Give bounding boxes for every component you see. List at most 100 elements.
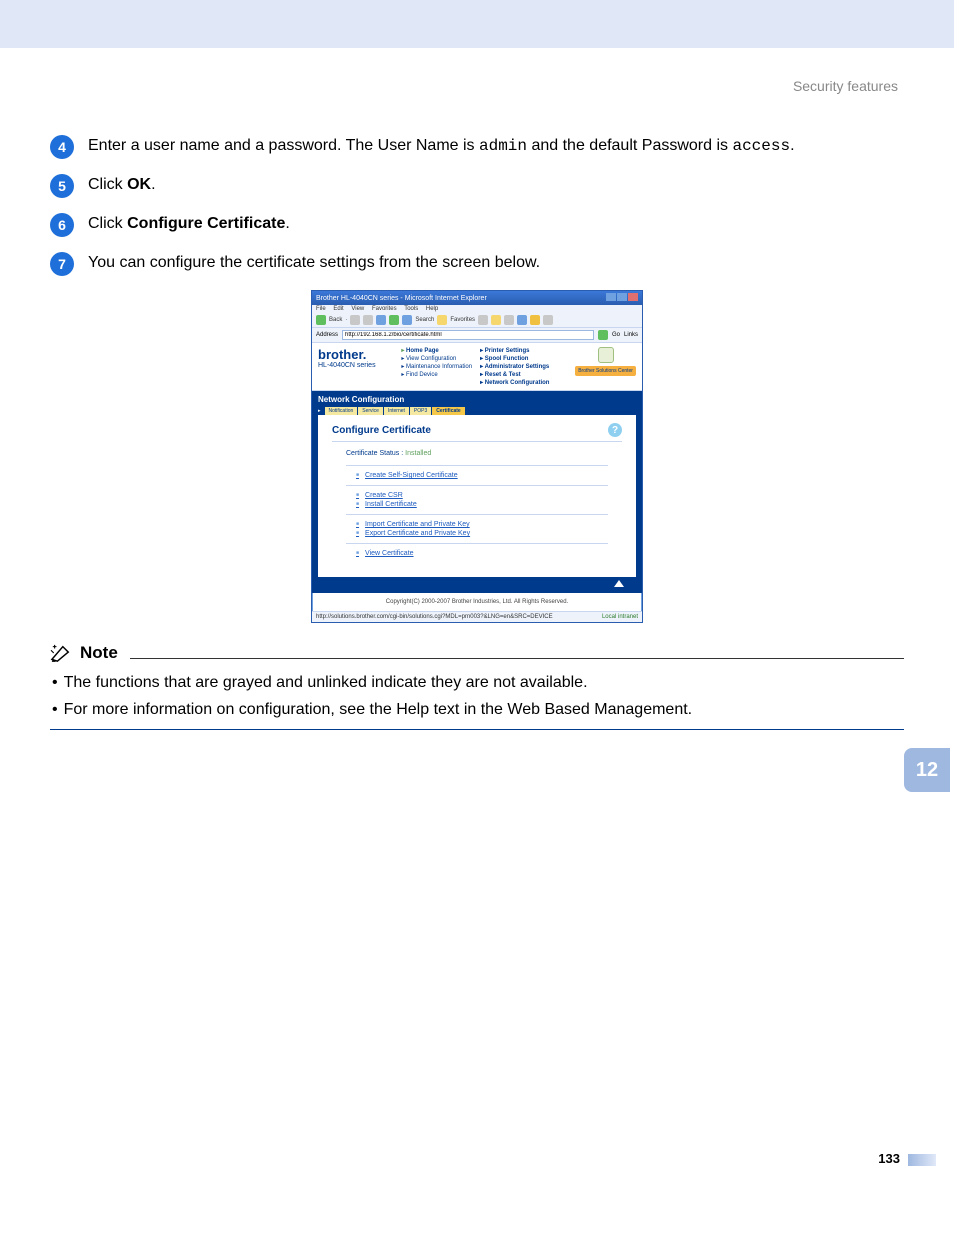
- tab-pop3[interactable]: POP3: [410, 407, 431, 415]
- device-nav-links: ▸ Home Page ▸ Printer Settings ▸ View Co…: [401, 347, 549, 386]
- cert-status-value: Installed: [405, 450, 431, 457]
- nav-network-config[interactable]: ▸ Network Configuration: [480, 379, 549, 386]
- link-install-certificate[interactable]: Install Certificate: [356, 501, 622, 508]
- link-create-csr[interactable]: Create CSR: [356, 492, 622, 499]
- tab-service[interactable]: Service: [358, 407, 383, 415]
- section-header: Security features: [50, 78, 904, 94]
- window-buttons[interactable]: [605, 293, 638, 303]
- status-url: http://solutions.brother.com/cgi-bin/sol…: [316, 614, 553, 620]
- folder-icon[interactable]: [530, 315, 540, 325]
- note-block: Note The functions that are grayed and u…: [50, 643, 904, 730]
- tab-collapse-icon[interactable]: ▸: [318, 408, 321, 414]
- top-blue-band: [0, 0, 954, 48]
- nav-admin[interactable]: ▸ Administrator Settings: [480, 363, 549, 370]
- back-label[interactable]: Back: [329, 317, 342, 323]
- discuss-icon[interactable]: [543, 315, 553, 325]
- device-status-icon: [598, 347, 614, 363]
- page-number: 133: [878, 1151, 900, 1166]
- nav-view-config[interactable]: ▸ View Configuration: [401, 355, 472, 362]
- nav-find-device[interactable]: ▸ Find Device: [401, 371, 472, 378]
- refresh-icon[interactable]: [376, 315, 386, 325]
- step-6: 6 Click Configure Certificate.: [50, 212, 904, 237]
- scroll-top-icon[interactable]: [614, 580, 624, 587]
- ok-label: OK: [127, 176, 151, 193]
- menu-tools[interactable]: Tools: [404, 306, 418, 312]
- device-header: brother. HL-4040CN series ▸ Home Page ▸ …: [312, 343, 642, 391]
- step-5: 5 Click OK.: [50, 173, 904, 198]
- forward-icon[interactable]: [350, 315, 360, 325]
- note-item: For more information on configuration, s…: [50, 696, 904, 723]
- step-text: Click: [88, 176, 127, 193]
- maximize-icon[interactable]: [617, 293, 627, 301]
- link-import-cert[interactable]: Import Certificate and Private Key: [356, 521, 622, 528]
- configure-certificate-title: Configure Certificate: [332, 425, 431, 436]
- mail-icon[interactable]: [491, 315, 501, 325]
- ie-titlebar: Brother HL-4040CN series - Microsoft Int…: [312, 291, 642, 305]
- screenshot-container: Brother HL-4040CN series - Microsoft Int…: [50, 290, 904, 623]
- step-text: .: [151, 176, 155, 193]
- step-text: Enter a user name and a password. The Us…: [88, 137, 479, 154]
- address-input[interactable]: [342, 330, 594, 340]
- ie-menubar[interactable]: File Edit View Favorites Tools Help: [312, 305, 642, 313]
- ie-addressbar: Address Go Links: [312, 328, 642, 343]
- network-config-title: Network Configuration: [318, 395, 636, 404]
- network-config-panel: Network Configuration ▸ Notification Ser…: [312, 391, 642, 593]
- stop-icon[interactable]: [363, 315, 373, 325]
- solutions-center-button[interactable]: Brother Solutions Center: [575, 366, 636, 376]
- go-label: Go: [612, 332, 620, 338]
- configure-cert-label: Configure Certificate: [127, 215, 285, 232]
- address-label: Address: [316, 332, 338, 338]
- menu-help[interactable]: Help: [426, 306, 438, 312]
- minimize-icon[interactable]: [606, 293, 616, 301]
- ie-window: Brother HL-4040CN series - Microsoft Int…: [311, 290, 643, 623]
- note-item: The functions that are grayed and unlink…: [50, 669, 904, 696]
- links-label[interactable]: Links: [624, 332, 638, 338]
- menu-favorites[interactable]: Favorites: [372, 306, 397, 312]
- nav-blank: [401, 379, 472, 386]
- menu-file[interactable]: File: [316, 306, 326, 312]
- go-button[interactable]: [598, 330, 608, 340]
- step-text: .: [285, 215, 289, 232]
- search-icon[interactable]: [402, 315, 412, 325]
- device-model: HL-4040CN series: [318, 362, 376, 369]
- tab-notification[interactable]: Notification: [325, 407, 358, 415]
- menu-view[interactable]: View: [351, 306, 364, 312]
- nav-reset[interactable]: ▸ Reset & Test: [480, 371, 549, 378]
- nav-spool[interactable]: ▸ Spool Function: [480, 355, 549, 362]
- back-icon[interactable]: [316, 315, 326, 325]
- tab-certificate[interactable]: Certificate: [432, 407, 464, 415]
- home-icon[interactable]: [389, 315, 399, 325]
- toolbar-sep: ·: [345, 317, 347, 323]
- brother-logo: brother.: [318, 347, 376, 362]
- nav-printer-settings[interactable]: ▸ Printer Settings: [480, 347, 549, 354]
- history-icon[interactable]: [478, 315, 488, 325]
- tab-internet[interactable]: Internet: [384, 407, 409, 415]
- page-number-bar: [908, 1154, 936, 1166]
- step-text: and the default Password is: [527, 137, 732, 154]
- link-export-cert[interactable]: Export Certificate and Private Key: [356, 530, 622, 537]
- step-badge: 4: [50, 135, 74, 159]
- step-badge: 6: [50, 213, 74, 237]
- edit-icon[interactable]: [517, 315, 527, 325]
- favorites-label[interactable]: Favorites: [450, 317, 475, 323]
- link-view-certificate[interactable]: View Certificate: [356, 550, 622, 557]
- step-7: 7 You can configure the certificate sett…: [50, 251, 904, 276]
- nav-maintenance[interactable]: ▸ Maintenance Information: [401, 363, 472, 370]
- close-icon[interactable]: [628, 293, 638, 301]
- status-zone: Local intranet: [602, 614, 638, 620]
- help-icon[interactable]: ?: [608, 423, 622, 437]
- favorites-icon[interactable]: [437, 315, 447, 325]
- step-badge: 5: [50, 174, 74, 198]
- page-content: Security features 4 Enter a user name an…: [0, 48, 954, 1188]
- note-icon: [50, 643, 72, 663]
- link-create-self-signed[interactable]: Create Self-Signed Certificate: [356, 472, 622, 479]
- step-text: You can configure the certificate settin…: [88, 254, 540, 271]
- window-title: Brother HL-4040CN series - Microsoft Int…: [316, 295, 487, 302]
- ie-toolbar: Back · Search Favorites: [312, 313, 642, 328]
- menu-edit[interactable]: Edit: [333, 306, 343, 312]
- config-tabs: ▸ Notification Service Internet POP3 Cer…: [318, 407, 636, 415]
- panel-footer: [318, 577, 636, 591]
- print-icon[interactable]: [504, 315, 514, 325]
- search-label[interactable]: Search: [415, 317, 434, 323]
- nav-home[interactable]: ▸ Home Page: [401, 347, 472, 354]
